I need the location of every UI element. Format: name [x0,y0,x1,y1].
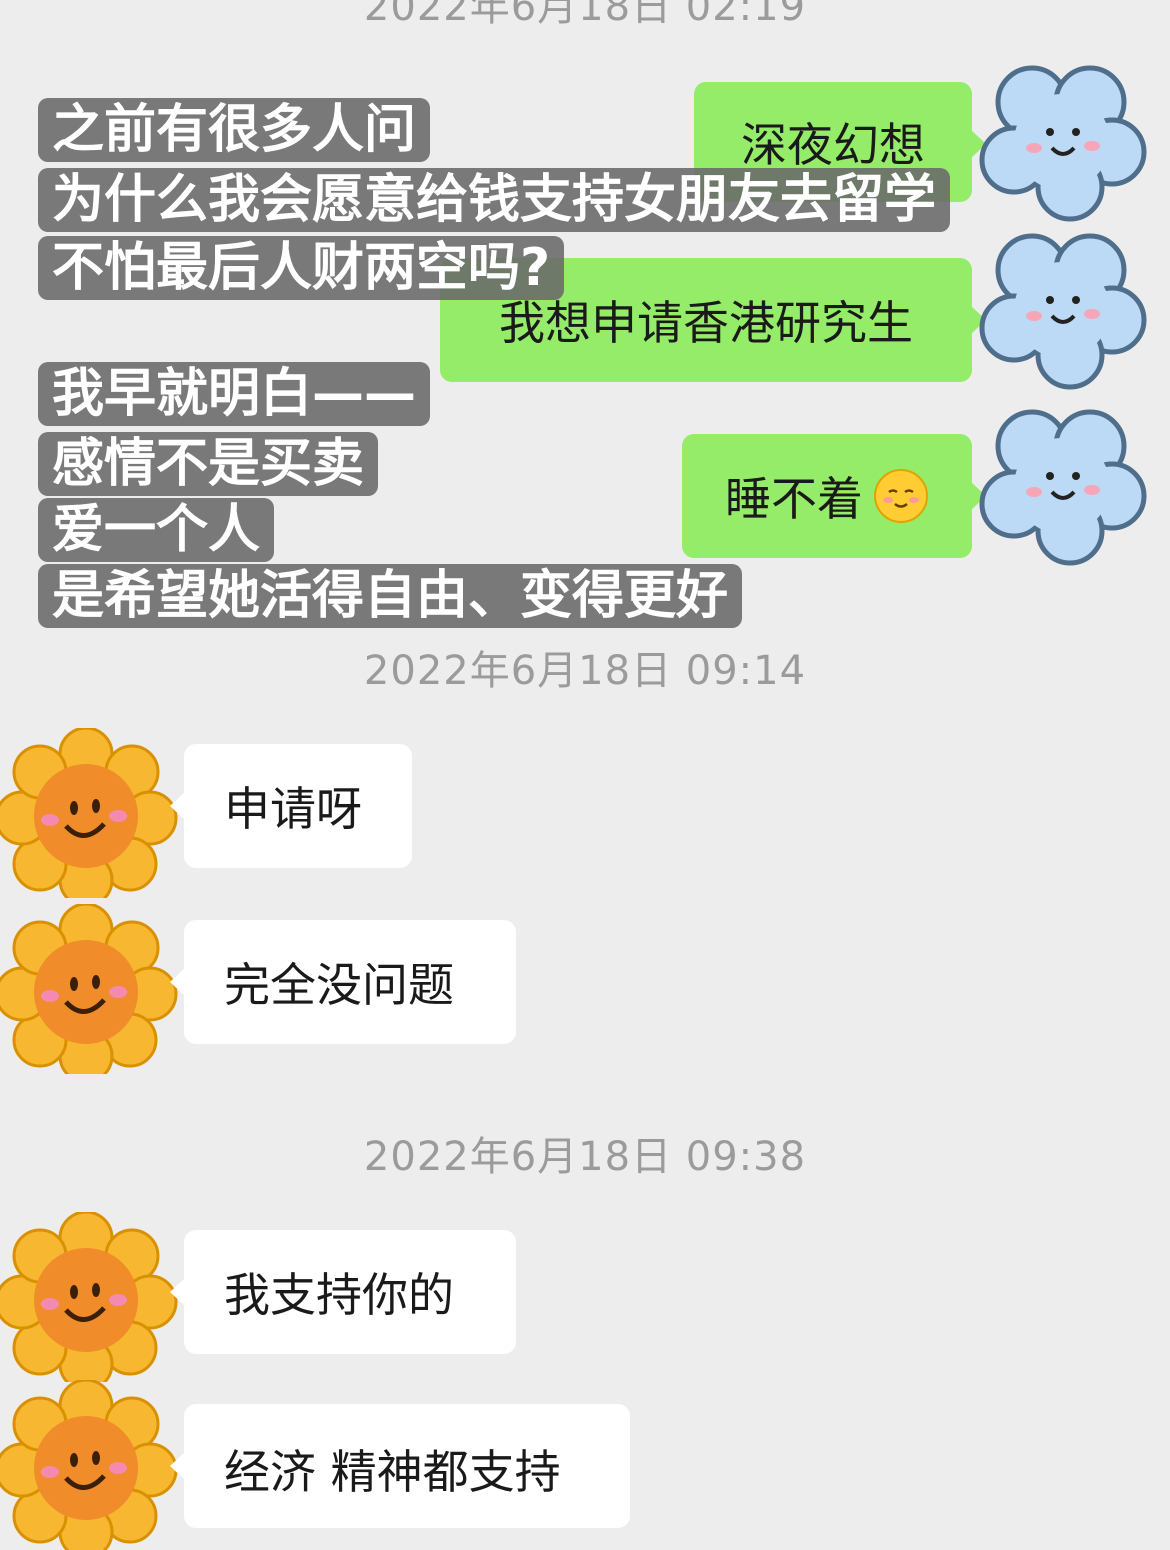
cloud-icon [979,409,1147,566]
caption-line: 爱一个人 [38,498,275,562]
message-text: 睡不着 [725,472,863,526]
caption-line: 我早就明白—— [38,362,431,426]
message-text: 我支持你的 [224,1268,454,1322]
message-text: 我想申请香港研究生 [499,296,913,350]
message-text: 深夜幻想 [741,118,925,172]
sunflower-avatar-icon[interactable] [0,728,180,898]
sunflower-icon [0,904,178,1074]
timestamp: 2022年6月18日 02:19 [363,0,807,30]
timestamp: 2022年6月18日 09:38 [363,1134,807,1180]
message-text: 完全没问题 [224,958,454,1012]
cloud-avatar-icon[interactable] [972,220,1152,390]
sunflower-avatar-icon[interactable] [0,1212,180,1382]
received-message-bubble[interactable]: 完全没问题 [170,920,516,1044]
message-text: 经济 精神都支持 [224,1445,561,1499]
received-message-bubble[interactable]: 经济 精神都支持 [170,1404,630,1528]
sent-message-bubble[interactable]: 睡不着 [682,434,986,558]
cloud-icon [979,233,1147,390]
caption-line: 感情不是买卖 [38,432,379,496]
sunflower-avatar-icon[interactable] [0,904,180,1074]
sent-message-bubble[interactable]: 我想申请香港研究生 [440,258,986,382]
sunflower-avatar-icon[interactable] [0,1380,180,1550]
caption-line: 之前有很多人问 [38,98,431,162]
chat-window: 2022年6月18日 02:19 深夜幻想 我想申请香港研究生 睡不着 2022… [0,0,1170,1550]
received-message-bubble[interactable]: 申请呀 [170,744,412,868]
caption-line: 是希望她活得自由、变得更好 [38,564,743,628]
cloud-avatar-icon[interactable] [972,52,1152,222]
sunflower-icon [0,1212,178,1382]
cloud-avatar-icon[interactable] [972,396,1152,566]
received-message-bubble[interactable]: 我支持你的 [170,1230,516,1354]
sunflower-icon [0,728,178,898]
message-text: 申请呀 [224,782,362,836]
sunflower-icon [0,1380,178,1550]
cloud-icon [979,65,1147,222]
shy-smile-emoji-icon [874,469,928,523]
timestamp: 2022年6月18日 09:14 [363,648,807,694]
sent-message-bubble[interactable]: 深夜幻想 [694,82,986,202]
